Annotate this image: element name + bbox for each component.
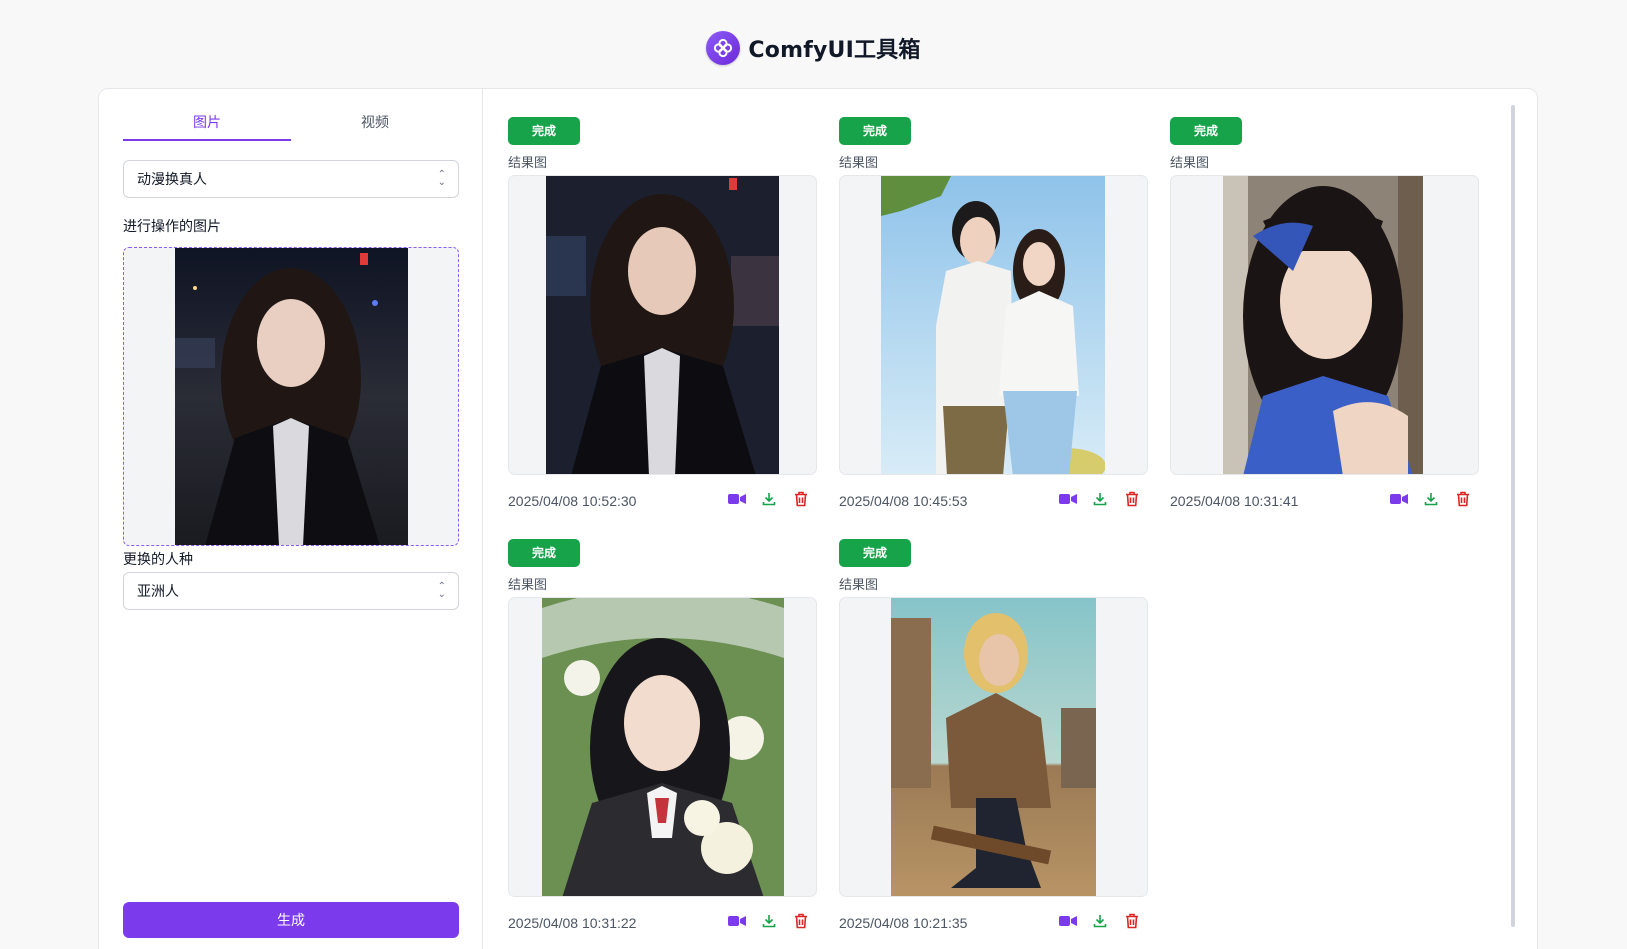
source-image [175,248,408,545]
result-image [891,598,1096,896]
result-image [1223,176,1423,474]
race-select-value: 亚洲人 [137,583,179,599]
status-badge: 完成 [839,117,911,145]
video-icon[interactable] [1390,490,1408,508]
result-actions [1059,490,1141,508]
result-actions [1059,912,1141,930]
trash-icon[interactable] [1123,912,1141,930]
tab-image[interactable]: 图片 [123,105,291,141]
results-scrollbar[interactable] [1511,105,1515,927]
download-icon[interactable] [760,490,778,508]
trash-icon[interactable] [1454,490,1472,508]
status-badge: 完成 [508,117,580,145]
result-timestamp: 2025/04/08 10:45:53 [839,493,968,509]
download-icon[interactable] [760,912,778,930]
download-icon[interactable] [1091,912,1109,930]
result-label: 结果图 [1170,155,1210,170]
race-label: 更换的人种 [123,551,193,567]
trash-icon[interactable] [792,490,810,508]
result-actions [1390,490,1472,508]
result-image [542,598,784,896]
generate-button[interactable]: 生成 [123,902,459,938]
media-tabs: 图片 视频 [123,105,459,141]
trash-icon[interactable] [1123,490,1141,508]
result-image-frame[interactable] [508,597,817,897]
workflow-select[interactable]: 动漫换真人 ⌃ ⌄ [123,160,459,198]
logo-icon [706,31,741,65]
status-badge: 完成 [508,539,580,567]
result-image-frame[interactable] [1170,175,1479,475]
video-icon[interactable] [1059,912,1077,930]
settings-sidebar: 图片 视频 动漫换真人 ⌃ ⌄ 进行操作的图片 更换的人种 亚洲人 ⌃ ⌄ 生成 [99,89,483,949]
result-image-frame[interactable] [508,175,817,475]
result-actions [728,490,810,508]
result-image-frame[interactable] [839,175,1148,475]
workflow-select-value: 动漫换真人 [137,171,207,187]
app-header: ComfyUI工具箱 [0,30,1627,66]
tab-video[interactable]: 视频 [291,105,459,141]
download-icon[interactable] [1422,490,1440,508]
result-timestamp: 2025/04/08 10:52:30 [508,493,637,509]
race-select[interactable]: 亚洲人 ⌃ ⌄ [123,572,459,610]
video-icon[interactable] [1059,490,1077,508]
result-label: 结果图 [839,155,879,170]
download-icon[interactable] [1091,490,1109,508]
result-image-frame[interactable] [839,597,1148,897]
results-grid: 完成 结果图 2025/04/08 10:52:30 完成 结果图 2025/0… [484,89,1537,949]
status-badge: 完成 [839,539,911,567]
chevron-updown-icon: ⌃ ⌄ [437,169,446,188]
result-label: 结果图 [508,577,548,592]
result-timestamp: 2025/04/08 10:21:35 [839,915,968,931]
source-image-upload[interactable] [123,247,459,546]
result-timestamp: 2025/04/08 10:31:41 [1170,493,1299,509]
video-icon[interactable] [728,912,746,930]
source-image-label: 进行操作的图片 [123,218,221,234]
result-image [881,176,1105,474]
status-badge: 完成 [1170,117,1242,145]
result-image [546,176,779,474]
result-timestamp: 2025/04/08 10:31:22 [508,915,637,931]
chevron-updown-icon: ⌃ ⌄ [437,581,446,600]
result-actions [728,912,810,930]
video-icon[interactable] [728,490,746,508]
result-label: 结果图 [508,155,548,170]
app-title: ComfyUI工具箱 [748,38,921,63]
result-label: 结果图 [839,577,879,592]
trash-icon[interactable] [792,912,810,930]
main-panel: 图片 视频 动漫换真人 ⌃ ⌄ 进行操作的图片 更换的人种 亚洲人 ⌃ ⌄ 生成… [98,88,1538,949]
